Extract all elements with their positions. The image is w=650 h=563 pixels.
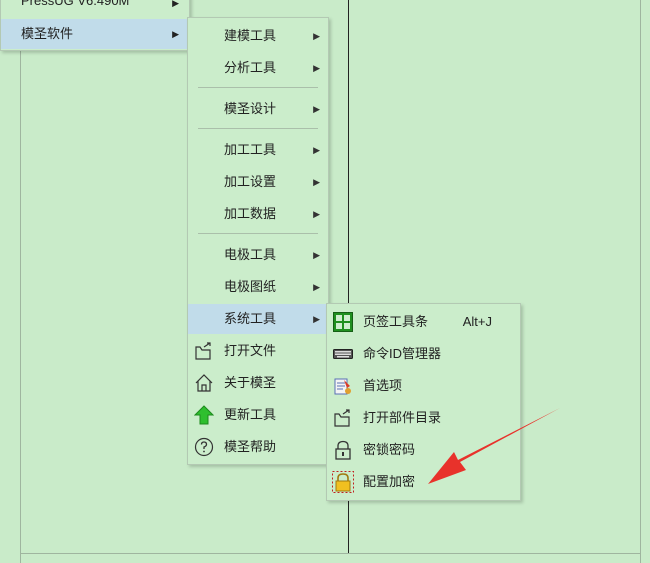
submenu-item-machining-settings[interactable]: 加工设置 ▶	[188, 167, 328, 197]
submenu-item-modeling-tools[interactable]: 建模工具 ▶	[188, 21, 328, 51]
up-arrow-icon	[194, 405, 214, 425]
submenu-item-about[interactable]: 关于模圣	[188, 368, 328, 398]
chevron-right-icon: ▶	[313, 209, 320, 219]
submenu-item-machining-data[interactable]: 加工数据 ▶	[188, 199, 328, 229]
chevron-right-icon: ▶	[313, 250, 320, 260]
submenu-item-system-tools[interactable]: 系统工具 ▶	[188, 304, 328, 334]
system-item-label: 密锁密码	[363, 442, 416, 457]
main-menu-item-label: 模圣软件	[21, 26, 74, 41]
mosheng-submenu: 建模工具 ▶ 分析工具 ▶ 模圣设计 ▶ 加工工具 ▶ 加工设置 ▶ 加工数据 …	[187, 17, 329, 465]
gold-lock-icon	[332, 471, 354, 493]
home-icon	[195, 374, 213, 392]
chevron-right-icon: ▶	[172, 0, 179, 8]
submenu-item-label: 加工数据	[224, 206, 277, 221]
submenu-item-machining-tools[interactable]: 加工工具 ▶	[188, 135, 328, 165]
chevron-right-icon: ▶	[313, 314, 320, 324]
submenu-item-electrode-drawing[interactable]: 电极图纸 ▶	[188, 272, 328, 302]
system-item-label: 配置加密	[363, 474, 416, 489]
chevron-right-icon: ▶	[313, 63, 320, 73]
submenu-item-label: 系统工具	[224, 311, 277, 326]
submenu-item-label: 加工设置	[224, 174, 277, 189]
system-item-tab-toolbar[interactable]: 页签工具条 Alt+J	[327, 307, 520, 337]
submenu-item-help[interactable]: 模圣帮助	[188, 432, 328, 462]
submenu-item-label: 电极图纸	[224, 279, 277, 294]
main-menu: PressUG V6.490M ▶ 模圣软件 ▶	[0, 0, 190, 51]
chevron-right-icon: ▶	[313, 282, 320, 292]
help-icon	[194, 437, 214, 457]
chevron-right-icon: ▶	[313, 104, 320, 114]
chevron-right-icon: ▶	[313, 177, 320, 187]
submenu-item-electrode-tools[interactable]: 电极工具 ▶	[188, 240, 328, 270]
left-frame-border	[20, 0, 21, 563]
menu-separator	[198, 87, 318, 88]
grid-icon	[333, 312, 353, 332]
submenu-item-analysis-tools[interactable]: 分析工具 ▶	[188, 53, 328, 83]
submenu-item-label: 打开文件	[224, 343, 277, 358]
submenu-item-label: 建模工具	[224, 28, 277, 43]
bottom-frame-border	[20, 553, 641, 554]
system-item-label: 命令ID管理器	[363, 346, 442, 361]
chevron-right-icon: ▶	[313, 31, 320, 41]
system-item-label: 页签工具条	[363, 314, 429, 329]
submenu-item-label: 加工工具	[224, 142, 277, 157]
submenu-item-label: 模圣设计	[224, 101, 277, 116]
folder-icon	[334, 409, 350, 427]
submenu-item-label: 分析工具	[224, 60, 277, 75]
chevron-right-icon: ▶	[172, 29, 179, 39]
submenu-item-update-tools[interactable]: 更新工具	[188, 400, 328, 430]
lock-icon	[335, 440, 351, 460]
submenu-item-label: 关于模圣	[224, 375, 277, 390]
keyboard-icon	[333, 349, 353, 359]
chevron-right-icon: ▶	[313, 145, 320, 155]
open-folder-icon	[195, 342, 211, 360]
system-item-command-id-manager[interactable]: 命令ID管理器	[327, 339, 520, 369]
submenu-item-mold-design[interactable]: 模圣设计 ▶	[188, 94, 328, 124]
main-menu-item-pressug[interactable]: PressUG V6.490M ▶	[9, 0, 187, 18]
preferences-icon	[334, 378, 351, 395]
system-item-label: 首选项	[363, 378, 403, 393]
submenu-item-label: 模圣帮助	[224, 439, 277, 454]
annotation-arrow	[428, 408, 560, 484]
menu-separator	[198, 128, 318, 129]
main-menu-item-label: PressUG V6.490M	[21, 0, 130, 8]
shortcut-label: Alt+J	[462, 314, 492, 329]
main-menu-item-mosheng[interactable]: 模圣软件 ▶	[1, 19, 187, 49]
menu-separator	[198, 233, 318, 234]
right-frame-border	[640, 0, 641, 563]
submenu-item-label: 更新工具	[224, 407, 277, 422]
submenu-item-label: 电极工具	[224, 247, 277, 262]
system-item-preferences[interactable]: 首选项	[327, 371, 520, 401]
submenu-item-open-file[interactable]: 打开文件	[188, 336, 328, 366]
